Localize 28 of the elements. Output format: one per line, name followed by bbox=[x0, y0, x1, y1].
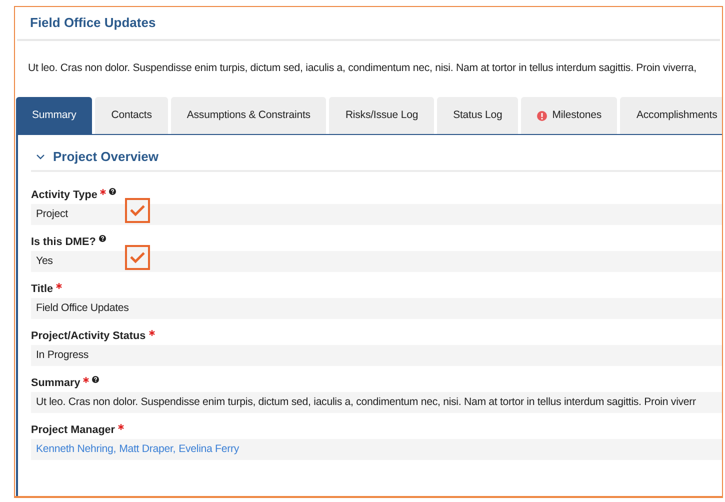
person-link[interactable]: Matt Draper, bbox=[119, 442, 176, 458]
help-icon[interactable] bbox=[98, 235, 106, 242]
page-title: Field Office Updates bbox=[30, 14, 156, 32]
help-icon[interactable] bbox=[109, 188, 116, 195]
field-label: Summary bbox=[31, 376, 80, 391]
person-link[interactable]: Evelina Ferry bbox=[178, 442, 240, 458]
field-value: Field Office Updates bbox=[36, 300, 129, 316]
description-text: Ut leo. Cras non dolor. Suspendisse enim turpis, dictum sed, iaculis a, condimentum nec, nisi. Nam at tortor in tellus interdum sagittis. Proin viverra, bbox=[28, 61, 696, 76]
tab[interactable]: Risks/Issue Log bbox=[329, 97, 434, 134]
field-value: Yes bbox=[36, 254, 53, 269]
field-label: Project/Activity Status bbox=[31, 329, 146, 344]
field-value: Project bbox=[36, 206, 68, 222]
tab[interactable]: Status Log bbox=[437, 97, 518, 134]
field-label: Title bbox=[31, 282, 53, 297]
tab[interactable]: Accomplishments bbox=[620, 97, 722, 134]
tab[interactable]: Summary bbox=[16, 97, 92, 134]
help-icon[interactable] bbox=[92, 376, 100, 383]
person-link[interactable]: Kenneth Nehring, bbox=[36, 442, 116, 458]
field-label: Project Manager bbox=[31, 423, 116, 438]
section-title[interactable]: Project Overview bbox=[53, 147, 158, 167]
tab[interactable]: Contacts bbox=[95, 97, 168, 134]
field-value: In Progress bbox=[36, 348, 89, 363]
tab[interactable]: Assumptions & Constraints bbox=[170, 97, 326, 134]
field-label: Is this DME? bbox=[31, 235, 96, 250]
field-value: Ut leo. Cras non dolor. Suspendisse enim turpis, dictum sed, iaculis a, condimentum nec, nisi. Nam at tortor in tellus interdum sagittis. Proin viverr bbox=[36, 394, 696, 410]
chevron-icon[interactable] bbox=[36, 154, 45, 160]
field-label: Activity Type bbox=[31, 188, 98, 203]
tab[interactable]: Milestones bbox=[521, 97, 618, 134]
